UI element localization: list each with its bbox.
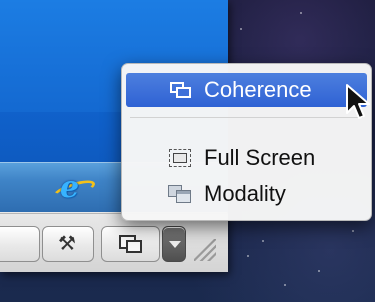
menu-item-label: Coherence <box>204 77 312 102</box>
menu-item-coherence[interactable]: Coherence <box>126 73 367 107</box>
menu-item-label: Full Screen <box>204 145 316 170</box>
modality-icon <box>168 184 192 204</box>
view-mode-dropdown-button[interactable] <box>162 226 186 262</box>
star <box>240 28 242 30</box>
star <box>247 255 249 257</box>
mouse-cursor-icon <box>346 84 370 119</box>
star <box>352 230 354 232</box>
toolbar-left-button[interactable] <box>0 226 40 262</box>
star <box>318 270 320 272</box>
coherence-icon <box>168 80 192 100</box>
settings-button[interactable]: ⚒ <box>42 226 94 262</box>
view-mode-button[interactable] <box>101 226 160 262</box>
star <box>262 240 264 242</box>
internet-explorer-icon[interactable]: e <box>60 173 79 203</box>
tools-icon: ⚒ <box>58 233 76 255</box>
menu-item-label: Modality <box>204 181 286 206</box>
menu-item-modality[interactable]: Modality <box>126 177 367 211</box>
star <box>300 12 302 14</box>
resize-grip[interactable] <box>194 239 216 261</box>
menu-item-full-screen[interactable]: Full Screen <box>126 141 367 175</box>
vm-toolbar: ⚒ <box>0 213 228 272</box>
view-mode-icon <box>119 235 143 254</box>
view-mode-menu: Coherence Full Screen Modality <box>121 63 372 221</box>
star <box>284 284 286 286</box>
fullscreen-icon <box>168 148 192 168</box>
chevron-down-icon <box>169 241 181 248</box>
menu-separator <box>130 117 363 118</box>
